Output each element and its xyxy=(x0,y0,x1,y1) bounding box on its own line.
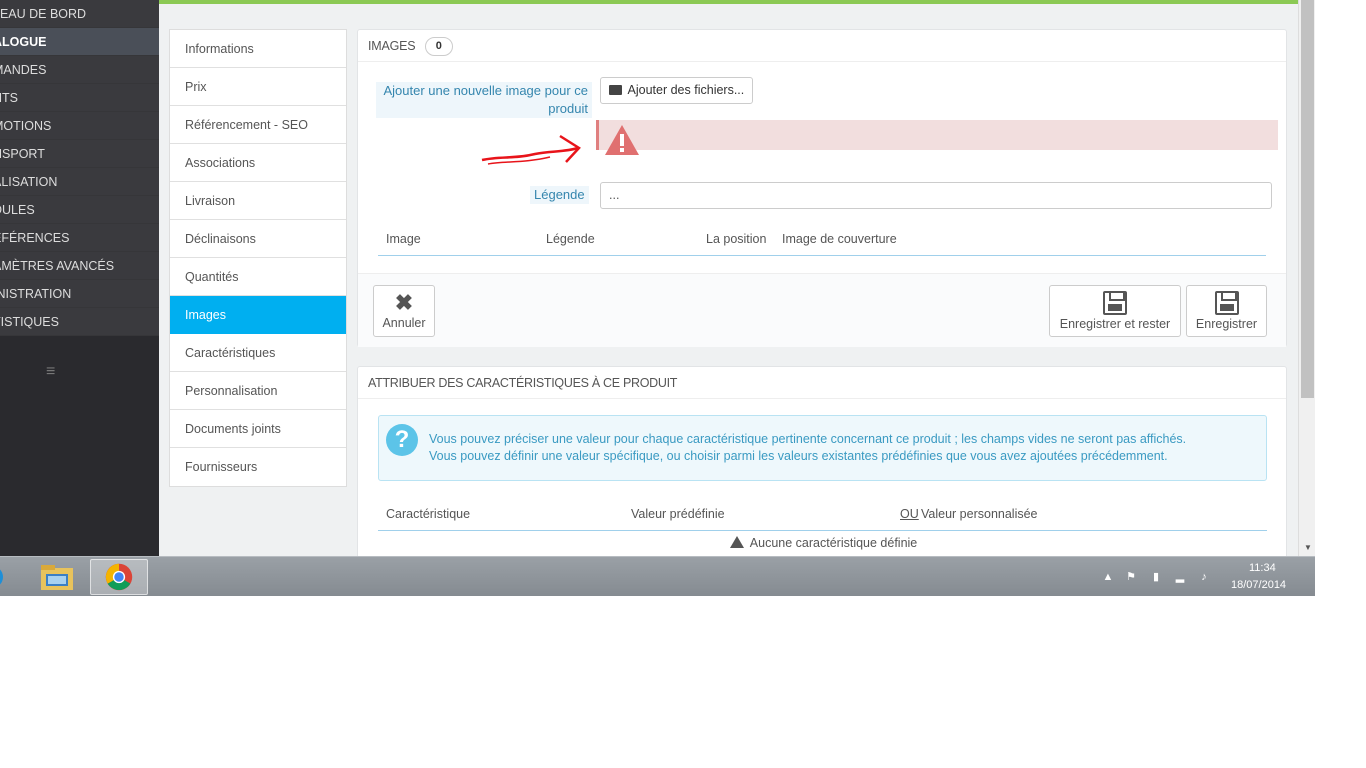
images-table-header: Image Légende La position Image de couve… xyxy=(378,228,1266,256)
admin-menu: LEAU DE BORD ALOGUE MANDES NTS MOTIONS NSPORT… xyxy=(0,0,159,336)
clock-date[interactable]: 18/07/2014 xyxy=(1231,579,1286,591)
images-panel-footer: ✖ Annuler Enregistrer et rester Enregist… xyxy=(358,273,1286,347)
cancel-button[interactable]: ✖ Annuler xyxy=(373,285,435,337)
admin-menu-item-label: ALISATION xyxy=(0,175,58,189)
add-files-button[interactable]: Ajouter des fichiers... xyxy=(600,77,753,104)
warning-icon xyxy=(605,125,639,155)
col-predefined-value: Valeur prédéfinie xyxy=(631,507,725,521)
upload-error-alert xyxy=(596,120,1278,150)
col-custom-value: Valeur personnalisée xyxy=(921,507,1038,521)
col-legend: Légende xyxy=(546,232,595,246)
annotation-arrow-icon xyxy=(481,134,581,165)
main-content: Informations Prix Référencement - SEO Assoc… xyxy=(159,0,1298,556)
product-tab[interactable]: Prix xyxy=(170,68,346,106)
no-feature-text: Aucune caractéristique définie xyxy=(749,536,918,550)
flag-icon[interactable]: ⚑ xyxy=(1125,571,1137,583)
legend-label: Légende xyxy=(530,186,589,204)
admin-menu-item-label: INISTRATION xyxy=(0,287,72,301)
no-feature-message: Aucune caractéristique définie xyxy=(730,535,917,550)
admin-menu-item[interactable]: INISTRATION xyxy=(0,280,159,308)
images-panel-heading: IMAGES 0 xyxy=(358,30,1286,62)
col-image: Image xyxy=(386,232,421,246)
product-tab[interactable]: Fournisseurs xyxy=(170,448,346,486)
admin-menu-item-label: NSPORT xyxy=(0,147,45,161)
admin-menu-item-label: NTS xyxy=(0,91,18,105)
scrollbar-thumb[interactable] xyxy=(1301,0,1314,398)
product-tab[interactable]: Documents joints xyxy=(170,410,346,448)
warning-icon xyxy=(730,536,744,548)
admin-menu-item[interactable]: TISTIQUES xyxy=(0,308,159,336)
col-cover: Image de couverture xyxy=(782,232,897,246)
product-tab[interactable]: Informations xyxy=(170,30,346,68)
admin-menu-item[interactable]: LEAU DE BORD xyxy=(0,0,159,28)
product-tab[interactable]: Caractéristiques xyxy=(170,334,346,372)
page-scrollbar[interactable]: ▼ xyxy=(1298,0,1315,556)
product-tab[interactable]: Livraison xyxy=(170,182,346,220)
product-tab[interactable]: Référencement - SEO xyxy=(170,106,346,144)
admin-menu-item[interactable]: NSPORT xyxy=(0,140,159,168)
network-signal-icon[interactable]: ▂ xyxy=(1174,571,1186,583)
product-tabs: Informations Prix Référencement - SEO Assoc… xyxy=(169,29,347,487)
save-icon xyxy=(1103,291,1127,315)
col-feature: Caractéristique xyxy=(386,507,471,521)
admin-sidebar: LEAU DE BORD ALOGUE MANDES NTS MOTIONS NSPORT… xyxy=(0,0,159,556)
features-table-header: Caractéristique Valeur prédéfinie OU Val… xyxy=(378,503,1267,531)
info-line-1: Vous pouvez préciser une valeur pour cha… xyxy=(429,432,1187,446)
save-and-stay-label: Enregistrer et rester xyxy=(1059,317,1171,331)
add-files-button-label: Ajouter des fichiers... xyxy=(627,83,745,97)
admin-menu-item-label: DULES xyxy=(0,203,35,217)
menu-collapse-icon[interactable]: ≡ xyxy=(46,364,55,380)
header-accent-bar xyxy=(159,0,1298,4)
admin-menu-item[interactable]: ALOGUE xyxy=(0,28,159,56)
admin-menu-item[interactable]: DULES xyxy=(0,196,159,224)
internet-explorer-icon[interactable] xyxy=(0,559,10,595)
product-tab[interactable]: Déclinaisons xyxy=(170,220,346,258)
col-position: La position xyxy=(706,232,767,246)
admin-menu-item-label: LEAU DE BORD xyxy=(0,7,87,21)
cancel-button-label: Annuler xyxy=(382,316,426,330)
save-button[interactable]: Enregistrer xyxy=(1186,285,1267,337)
admin-menu-item[interactable]: ÉFÉRENCES xyxy=(0,224,159,252)
save-button-label: Enregistrer xyxy=(1195,317,1258,331)
features-info-alert: ? Vous pouvez préciser une valeur pour c… xyxy=(378,415,1267,481)
add-image-label: Ajouter une nouvelle image pour ce produ… xyxy=(376,82,592,118)
col-or: OU xyxy=(900,507,919,521)
admin-menu-item-label: ÉFÉRENCES xyxy=(0,231,70,245)
windows-taskbar: ▲ ⚑ ▮ ▂ ♪ xyxy=(0,556,1315,596)
features-panel: ATTRIBUER DES CARACTÉRISTIQUES À CE PROD… xyxy=(357,366,1287,556)
admin-menu-item[interactable]: MANDES xyxy=(0,56,159,84)
folder-open-icon xyxy=(608,85,622,95)
chrome-icon[interactable] xyxy=(90,559,148,595)
admin-menu-item[interactable]: NTS xyxy=(0,84,159,112)
admin-menu-item-label: MANDES xyxy=(0,63,47,77)
question-icon: ? xyxy=(386,424,418,456)
volume-icon[interactable]: ♪ xyxy=(1198,571,1210,583)
features-panel-heading: ATTRIBUER DES CARACTÉRISTIQUES À CE PROD… xyxy=(358,367,1286,399)
product-tab[interactable]: Quantités xyxy=(170,258,346,296)
admin-menu-item-label: AMÈTRES AVANCÉS xyxy=(0,259,115,273)
admin-menu-item-label: TISTIQUES xyxy=(0,315,59,329)
images-panel: IMAGES 0 Ajouter une nouvelle image pour… xyxy=(357,29,1287,347)
clock-time[interactable]: 11:34 xyxy=(1249,562,1276,574)
admin-menu-item[interactable]: MOTIONS xyxy=(0,112,159,140)
admin-menu-item[interactable]: AMÈTRES AVANCÉS xyxy=(0,252,159,280)
scroll-down-arrow-icon[interactable]: ▼ xyxy=(1304,543,1312,552)
product-tab[interactable]: Personnalisation xyxy=(170,372,346,410)
close-icon: ✖ xyxy=(394,290,414,315)
images-panel-title: IMAGES xyxy=(368,39,416,53)
product-tab[interactable]: Associations xyxy=(170,144,346,182)
file-explorer-icon[interactable] xyxy=(38,559,76,595)
save-and-stay-button[interactable]: Enregistrer et rester xyxy=(1049,285,1181,337)
images-count-badge: 0 xyxy=(424,37,453,57)
battery-icon[interactable]: ▮ xyxy=(1150,571,1162,583)
show-hidden-icons-icon[interactable]: ▲ xyxy=(1102,571,1114,583)
product-tab[interactable]: Images xyxy=(170,296,346,334)
legend-input[interactable]: ... xyxy=(600,182,1272,209)
save-icon xyxy=(1214,291,1239,315)
info-line-2: Vous pouvez définir une valeur spécifiqu… xyxy=(429,449,1168,463)
admin-menu-item-label: ALOGUE xyxy=(0,35,47,49)
admin-menu-item-label: MOTIONS xyxy=(0,119,52,133)
admin-menu-item[interactable]: ALISATION xyxy=(0,168,159,196)
